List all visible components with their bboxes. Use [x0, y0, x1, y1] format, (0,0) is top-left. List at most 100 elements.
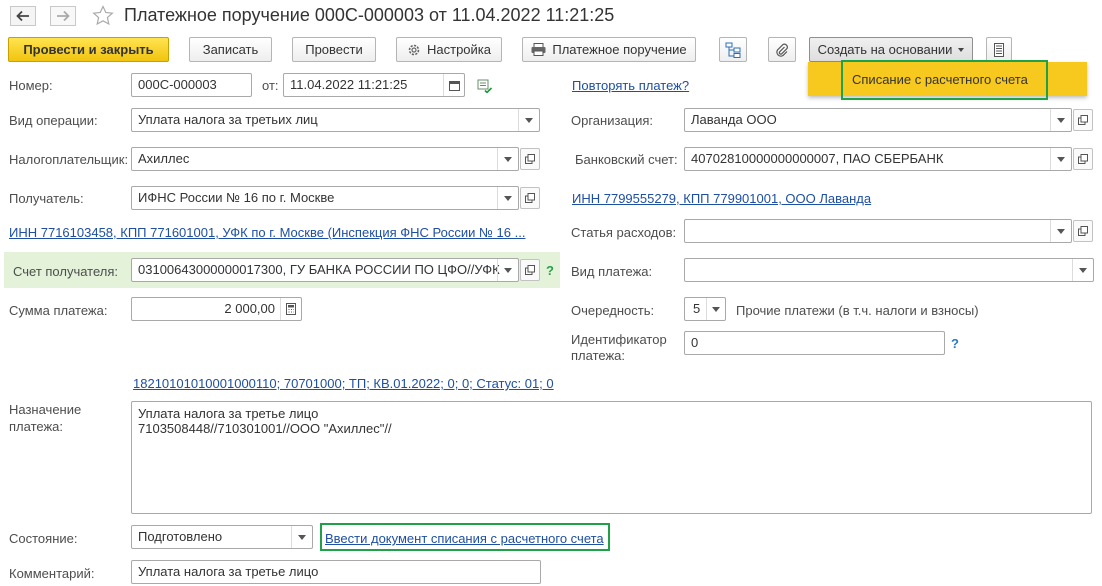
expense-item-label: Статья расходов:: [571, 225, 677, 240]
tax-details-link[interactable]: 18210101010001000110; 70701000; ТП; КВ.0…: [133, 376, 554, 391]
create-based-on-button[interactable]: Создать на основании: [809, 37, 973, 62]
calculator-button[interactable]: [280, 298, 301, 320]
recipient-select[interactable]: ИФНС России № 16 по г. Москве: [131, 186, 519, 210]
paperclip-icon: [776, 43, 788, 57]
highlight-menu-item: [841, 60, 1048, 100]
expense-open-button[interactable]: [1073, 220, 1093, 242]
bank-account-select[interactable]: 40702810000000000007, ПАО СБЕРБАНК: [684, 147, 1072, 171]
organization-label: Организация:: [571, 113, 654, 128]
purpose-line-2: 7103508448//710301001//ООО "Ахиллес"//: [138, 421, 392, 436]
forward-button[interactable]: [50, 6, 76, 26]
attach-button[interactable]: [768, 37, 796, 62]
priority-label: Очередность:: [571, 303, 655, 318]
star-favorite-icon[interactable]: [92, 5, 114, 26]
bank-account-open-button[interactable]: [1073, 148, 1093, 170]
priority-dropdown-button[interactable]: [706, 298, 725, 320]
bank-account-label: Банковский счет:: [575, 152, 678, 167]
open-window-icon: [525, 265, 535, 275]
open-window-icon: [1078, 154, 1088, 164]
print-payment-order-button[interactable]: Платежное поручение: [522, 37, 696, 62]
structure-button[interactable]: [719, 37, 747, 62]
page-title: Платежное поручение 000С-000003 от 11.04…: [124, 5, 615, 25]
payment-type-dropdown-button[interactable]: [1072, 259, 1093, 281]
chevron-down-icon: [712, 306, 720, 312]
identifier-help-icon[interactable]: ?: [951, 336, 959, 351]
taxpayer-label: Налогоплательщик:: [9, 152, 129, 167]
open-window-icon: [1078, 115, 1088, 125]
printer-icon: [531, 43, 546, 56]
taxpayer-dropdown-button[interactable]: [497, 148, 518, 170]
organization-open-button[interactable]: [1073, 109, 1093, 131]
recipient-account-dropdown-button[interactable]: [497, 259, 518, 281]
recipient-account-label: Счет получателя:: [13, 264, 119, 279]
post-and-close-button[interactable]: Провести и закрыть: [8, 37, 169, 62]
taxpayer-select[interactable]: Ахиллес: [131, 147, 519, 171]
payment-type-select[interactable]: [684, 258, 1094, 282]
comment-input[interactable]: Уплата налога за третье лицо: [131, 560, 541, 584]
settings-button[interactable]: Настройка: [396, 37, 502, 62]
number-label: Номер:: [9, 78, 53, 93]
chevron-down-icon: [1057, 228, 1065, 234]
recipient-label: Получатель:: [9, 191, 84, 206]
chevron-down-icon: [298, 534, 306, 540]
enter-writeoff-document-link[interactable]: Ввести документ списания с расчетного сч…: [325, 531, 604, 546]
recipient-dropdown-button[interactable]: [497, 187, 518, 209]
identifier-label-line2: платежа:: [571, 348, 625, 363]
amount-label: Сумма платежа:: [9, 303, 108, 318]
chevron-down-icon: [525, 117, 533, 123]
purpose-line-1: Уплата налога за третье лицо: [138, 406, 319, 421]
organization-inn-link[interactable]: ИНН 7799555279, КПП 779901001, ООО Лаван…: [572, 191, 871, 206]
recipient-account-help-icon[interactable]: ?: [546, 263, 554, 278]
comment-label: Комментарий:: [9, 566, 95, 581]
hierarchy-icon: [725, 42, 741, 58]
expense-dropdown-button[interactable]: [1050, 220, 1071, 242]
organization-select[interactable]: Лаванда ООО: [684, 108, 1072, 132]
date-input[interactable]: 11.04.2022 11:21:25: [283, 73, 465, 97]
chevron-down-icon: [958, 47, 965, 52]
state-select[interactable]: Подготовлено: [131, 525, 313, 549]
number-input[interactable]: 000С-000003: [131, 73, 252, 97]
recipient-open-button[interactable]: [520, 187, 540, 209]
payment-type-label: Вид платежа:: [571, 264, 653, 279]
calendar-button[interactable]: [443, 74, 464, 96]
date-label: от:: [262, 78, 279, 93]
chevron-down-icon: [504, 156, 512, 162]
organization-dropdown-button[interactable]: [1050, 109, 1071, 131]
open-window-icon: [525, 154, 535, 164]
calculator-icon: [286, 303, 296, 315]
save-button[interactable]: Записать: [189, 37, 272, 62]
chevron-down-icon: [1057, 156, 1065, 162]
recipient-account-open-button[interactable]: [520, 259, 540, 281]
expense-item-select[interactable]: [684, 219, 1072, 243]
repeat-payment-link[interactable]: Повторять платеж?: [572, 78, 689, 93]
bank-account-dropdown-button[interactable]: [1050, 148, 1071, 170]
operation-dropdown-button[interactable]: [518, 109, 539, 131]
open-window-icon: [1078, 226, 1088, 236]
identifier-label-line1: Идентификатор: [571, 332, 667, 347]
priority-select[interactable]: 5: [684, 297, 726, 321]
open-window-icon: [525, 193, 535, 203]
purpose-textarea[interactable]: Уплата налога за третье лицо 7103508448/…: [131, 401, 1092, 514]
purpose-label-line1: Назначение: [9, 402, 82, 417]
taxpayer-open-button[interactable]: [520, 148, 540, 170]
enter-icon[interactable]: [477, 79, 493, 93]
amount-input[interactable]: 2 000,00: [131, 297, 302, 321]
state-dropdown-button[interactable]: [291, 526, 312, 548]
operation-select[interactable]: Уплата налога за третьих лиц: [131, 108, 540, 132]
identifier-input[interactable]: 0: [684, 331, 945, 355]
state-label: Состояние:: [9, 531, 78, 546]
arrow-right-icon: [57, 10, 70, 22]
more-actions-button[interactable]: [986, 37, 1012, 62]
priority-description: Прочие платежи (в т.ч. налоги и взносы): [736, 303, 979, 318]
chevron-down-icon: [504, 267, 512, 273]
chevron-down-icon: [1079, 267, 1087, 273]
calendar-icon: [448, 80, 460, 91]
recipient-account-select[interactable]: 03100643000000017300, ГУ БАНКА РОССИИ ПО…: [131, 258, 519, 282]
recipient-inn-link[interactable]: ИНН 7716103458, КПП 771601001, УФК по г.…: [9, 225, 525, 240]
arrow-left-icon: [16, 10, 29, 22]
gear-icon: [408, 44, 420, 55]
back-button[interactable]: [10, 6, 36, 26]
chevron-down-icon: [1057, 117, 1065, 123]
chevron-down-icon: [504, 195, 512, 201]
post-button[interactable]: Провести: [292, 37, 376, 62]
